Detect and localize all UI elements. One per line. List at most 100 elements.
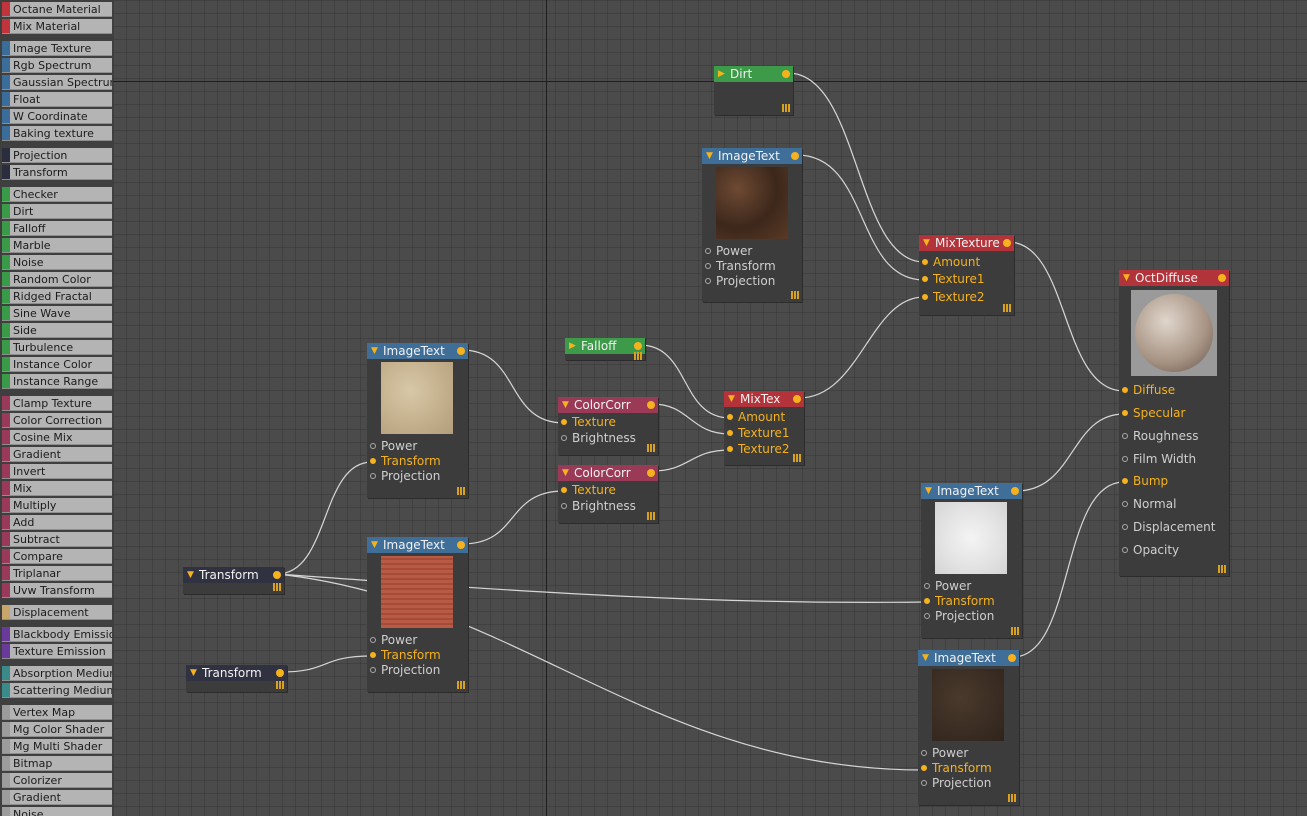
node-header[interactable]: ▶ Falloff bbox=[565, 338, 645, 354]
collapse-triangle-icon[interactable]: ▼ bbox=[371, 343, 378, 359]
palette-item[interactable]: Clamp Texture bbox=[2, 396, 112, 411]
port-transform[interactable]: Transform bbox=[920, 761, 1006, 776]
color-correction-node-1[interactable]: ▼ ColorCorr Texture Brightness bbox=[558, 397, 658, 455]
collapse-triangle-icon[interactable]: ▼ bbox=[371, 537, 378, 553]
dirt-node[interactable]: ▶ Dirt bbox=[714, 66, 793, 115]
expand-triangle-icon[interactable]: ▶ bbox=[569, 338, 576, 354]
palette-item[interactable]: Sine Wave bbox=[2, 306, 112, 321]
image-texture-node-brick[interactable]: ▼ ImageText Power Transform Projection bbox=[367, 537, 468, 692]
image-texture-node-sand[interactable]: ▼ ImageText Power Transform Projection bbox=[367, 343, 468, 498]
port-texture[interactable]: Texture bbox=[560, 483, 646, 498]
output-port[interactable] bbox=[782, 70, 790, 78]
image-texture-node-dark[interactable]: ▼ ImageText Power Transform Projection bbox=[918, 650, 1019, 805]
port-brightness[interactable]: Brightness bbox=[560, 431, 646, 446]
palette-item[interactable]: Mix Material bbox=[2, 19, 112, 34]
palette-item[interactable]: Gradient bbox=[2, 790, 112, 805]
port-texture1[interactable]: Texture1 bbox=[726, 426, 796, 441]
node-header[interactable]: ▼ OctDiffuse bbox=[1119, 270, 1229, 286]
resize-handle-icon[interactable] bbox=[782, 104, 790, 112]
palette-item[interactable]: Triplanar bbox=[2, 566, 112, 581]
resize-handle-icon[interactable] bbox=[1011, 627, 1019, 635]
port-normal[interactable]: Normal bbox=[1121, 497, 1215, 512]
dirt-node-header[interactable]: ▶ Dirt bbox=[714, 66, 793, 82]
palette-item[interactable]: Projection bbox=[2, 148, 112, 163]
port-transform[interactable]: Transform bbox=[369, 454, 455, 469]
palette-item[interactable]: Mg Multi Shader bbox=[2, 739, 112, 754]
node-header[interactable]: ▼ ImageText bbox=[367, 343, 468, 359]
port-diffuse[interactable]: Diffuse bbox=[1121, 383, 1215, 398]
port-projection[interactable]: Projection bbox=[369, 469, 455, 484]
port-power[interactable]: Power bbox=[369, 439, 455, 454]
palette-item[interactable]: Color Correction bbox=[2, 413, 112, 428]
palette-item[interactable]: Texture Emission bbox=[2, 644, 112, 659]
collapse-triangle-icon[interactable]: ▼ bbox=[562, 465, 569, 481]
resize-handle-icon[interactable] bbox=[1218, 565, 1226, 573]
palette-item[interactable]: Checker bbox=[2, 187, 112, 202]
resize-handle-icon[interactable] bbox=[793, 454, 801, 462]
falloff-node[interactable]: ▶ Falloff bbox=[565, 338, 645, 360]
palette-item[interactable]: Instance Color bbox=[2, 357, 112, 372]
port-projection[interactable]: Projection bbox=[923, 609, 1009, 624]
collapse-triangle-icon[interactable]: ▼ bbox=[923, 235, 930, 251]
port-transform[interactable]: Transform bbox=[369, 648, 455, 663]
node-header[interactable]: ▼ Transform bbox=[186, 665, 287, 681]
node-header[interactable]: ▼ MixTexture bbox=[919, 235, 1014, 251]
palette-item[interactable]: Image Texture bbox=[2, 41, 112, 56]
port-displacement[interactable]: Displacement bbox=[1121, 520, 1216, 535]
palette-item[interactable]: Blackbody Emission bbox=[2, 627, 112, 642]
output-port[interactable] bbox=[457, 347, 465, 355]
transform-node-1[interactable]: ▼ Transform bbox=[183, 567, 284, 594]
port-transform[interactable]: Transform bbox=[923, 594, 1009, 609]
mix-tex-node[interactable]: ▼ MixTex Amount Texture1 Texture2 bbox=[724, 391, 804, 465]
node-header[interactable]: ▼ ImageText bbox=[702, 148, 802, 164]
palette-item[interactable]: Gaussian Spectrum bbox=[2, 75, 112, 90]
node-header[interactable]: ▼ ImageText bbox=[921, 483, 1022, 499]
port-transform[interactable]: Transform bbox=[704, 259, 790, 274]
palette-item[interactable]: Float bbox=[2, 92, 112, 107]
palette-item[interactable]: Absorption Medium bbox=[2, 666, 112, 681]
resize-handle-icon[interactable] bbox=[457, 681, 465, 689]
resize-handle-icon[interactable] bbox=[1008, 794, 1016, 802]
port-texture2[interactable]: Texture2 bbox=[726, 442, 796, 457]
resize-handle-icon[interactable] bbox=[647, 512, 655, 520]
palette-item[interactable]: Scattering Medium bbox=[2, 683, 112, 698]
collapse-triangle-icon[interactable]: ▼ bbox=[187, 567, 194, 583]
image-texture-node-rust[interactable]: ▼ ImageText Power Transform Projection bbox=[702, 148, 802, 302]
resize-handle-icon[interactable] bbox=[634, 352, 642, 360]
palette-item[interactable]: Octane Material bbox=[2, 2, 112, 17]
collapse-triangle-icon[interactable]: ▼ bbox=[190, 665, 197, 681]
node-header[interactable]: ▼ MixTex bbox=[724, 391, 804, 407]
port-power[interactable]: Power bbox=[920, 746, 1006, 761]
node-header[interactable]: ▼ Transform bbox=[183, 567, 284, 583]
output-port[interactable] bbox=[647, 469, 655, 477]
collapse-triangle-icon[interactable]: ▼ bbox=[922, 650, 929, 666]
output-port[interactable] bbox=[1003, 239, 1011, 247]
palette-item[interactable]: Vertex Map bbox=[2, 705, 112, 720]
port-specular[interactable]: Specular bbox=[1121, 406, 1215, 421]
palette-item[interactable]: W Coordinate bbox=[2, 109, 112, 124]
port-opacity[interactable]: Opacity bbox=[1121, 543, 1215, 558]
palette-item[interactable]: Rgb Spectrum bbox=[2, 58, 112, 73]
palette-item[interactable]: Uvw Transform bbox=[2, 583, 112, 598]
palette-item[interactable]: Instance Range bbox=[2, 374, 112, 389]
resize-handle-icon[interactable] bbox=[1003, 304, 1011, 312]
color-correction-node-2[interactable]: ▼ ColorCorr Texture Brightness bbox=[558, 465, 658, 523]
palette-item[interactable]: Bitmap bbox=[2, 756, 112, 771]
palette-item[interactable]: Turbulence bbox=[2, 340, 112, 355]
resize-handle-icon[interactable] bbox=[457, 487, 465, 495]
collapse-triangle-icon[interactable]: ▼ bbox=[925, 483, 932, 499]
palette-item[interactable]: Compare bbox=[2, 549, 112, 564]
collapse-triangle-icon[interactable]: ▼ bbox=[1123, 270, 1130, 286]
node-header[interactable]: ▼ ColorCorr bbox=[558, 465, 658, 481]
output-port[interactable] bbox=[457, 541, 465, 549]
palette-item[interactable]: Add bbox=[2, 515, 112, 530]
palette-item[interactable]: Invert bbox=[2, 464, 112, 479]
palette-item[interactable]: Marble bbox=[2, 238, 112, 253]
palette-item[interactable]: Multiply bbox=[2, 498, 112, 513]
port-brightness[interactable]: Brightness bbox=[560, 499, 646, 514]
palette-item[interactable]: Baking texture bbox=[2, 126, 112, 141]
image-texture-node-white[interactable]: ▼ ImageText Power Transform Projection bbox=[921, 483, 1022, 638]
palette-item[interactable]: Gradient bbox=[2, 447, 112, 462]
port-projection[interactable]: Projection bbox=[920, 776, 1006, 791]
port-texture1[interactable]: Texture1 bbox=[921, 272, 1005, 287]
